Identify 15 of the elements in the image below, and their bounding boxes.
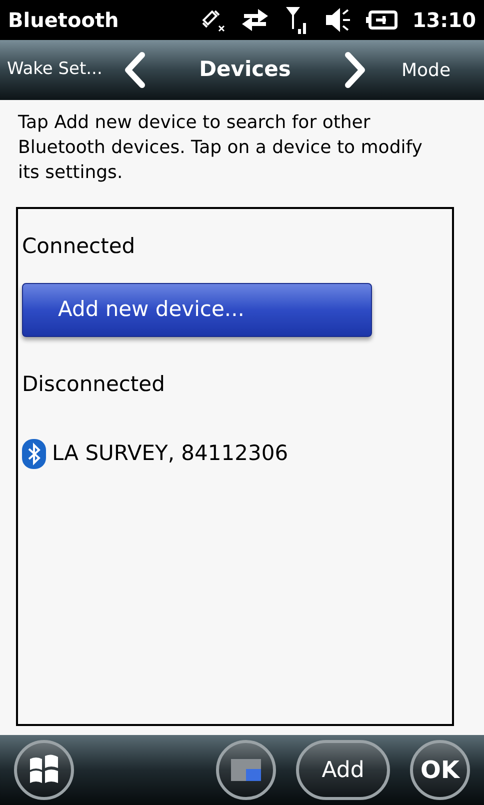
window-title: Bluetooth bbox=[8, 7, 119, 34]
device-item[interactable]: LA SURVEY, 84112306 bbox=[52, 438, 288, 470]
previous-page-tab[interactable]: Wake Set... bbox=[7, 59, 102, 80]
bluetooth-icon bbox=[22, 438, 46, 469]
clock-time: 13:10 bbox=[412, 7, 476, 34]
add-button[interactable]: Add bbox=[296, 740, 390, 800]
data-transfer-icon bbox=[240, 8, 270, 32]
speaker-muted-icon bbox=[324, 7, 352, 33]
section-header: Disconnected bbox=[22, 370, 165, 398]
current-page-title: Devices bbox=[199, 56, 291, 84]
instructions-text: Tap Add new device to search for other Bluetooth devices. Tap on a device to modify its settings. bbox=[17, 111, 424, 185]
ok-button[interactable]: OK bbox=[410, 740, 470, 800]
add-new-device-button[interactable]: Add new device... bbox=[22, 282, 372, 336]
next-page-tab[interactable]: Mode bbox=[401, 56, 451, 84]
section-header: Connected bbox=[22, 233, 136, 260]
